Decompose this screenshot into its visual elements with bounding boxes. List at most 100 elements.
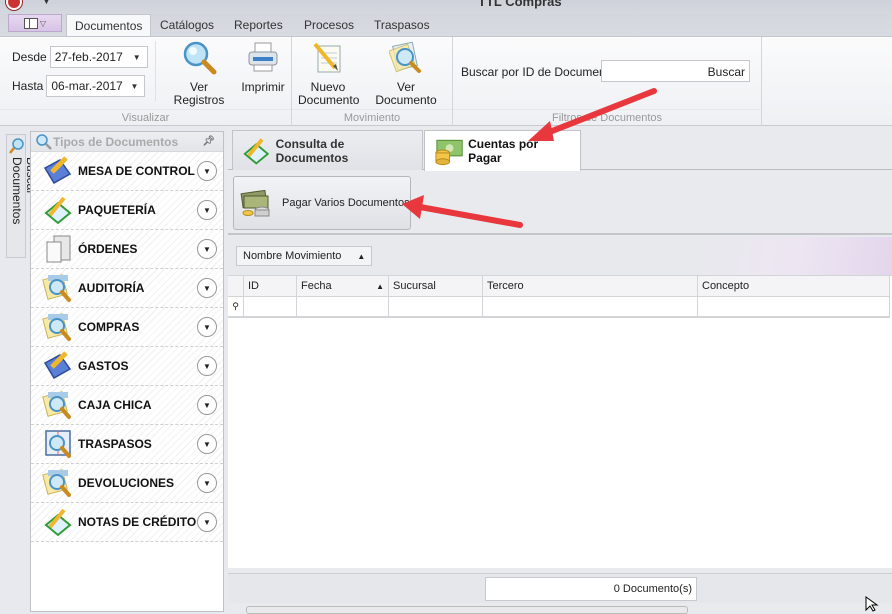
filter-cell-fecha[interactable] xyxy=(297,297,389,316)
app-icon[interactable] xyxy=(6,0,22,10)
pagar-varios-documentos-button[interactable]: Pagar Varios Documentos xyxy=(233,176,411,230)
expand-chevron-icon[interactable]: ▼ xyxy=(197,317,217,337)
nav-item-auditoria[interactable]: AUDITORÍA ▼ xyxy=(31,269,223,308)
group-visualizar: Desde 27-feb.-2017 ▼ Hasta 06-mar.-2017 ▼ … xyxy=(0,37,292,126)
window-title: TTL Compras xyxy=(478,0,562,9)
ribbon-tab-catalogos[interactable]: Catálogos xyxy=(152,14,222,36)
column-header-tercero[interactable]: Tercero xyxy=(483,276,698,296)
pagar-varios-label: Pagar Varios Documentos xyxy=(282,197,410,209)
column-header-concepto[interactable]: Concepto xyxy=(698,276,890,296)
toolbar: Pagar Varios Documentos xyxy=(228,171,892,235)
ver-registros-button[interactable]: Ver Registros xyxy=(163,39,235,107)
group-by-panel: Nombre Movimiento ▲ xyxy=(228,237,892,275)
hasta-value: 06-mar.-2017 xyxy=(51,79,123,93)
tab-consulta-documentos[interactable]: Consulta de Documentos xyxy=(232,130,423,170)
ribbon-tab-procesos[interactable]: Procesos xyxy=(296,14,362,36)
buscar-button[interactable]: Buscar xyxy=(708,65,745,79)
nav-item-traspasos[interactable]: TRASPASOS ▼ xyxy=(31,425,223,464)
status-bar: 0 Documento(s) xyxy=(228,573,892,603)
nav-item-ordenes[interactable]: ÓRDENES ▼ xyxy=(31,230,223,269)
group-label-visualizar: Visualizar xyxy=(0,109,291,124)
doc-search-icon xyxy=(41,272,75,304)
notebook-pencil-icon xyxy=(41,194,75,226)
magnifier-icon xyxy=(9,138,24,154)
notepad-pencil-icon xyxy=(298,39,358,77)
expand-chevron-icon[interactable]: ▼ xyxy=(197,239,217,259)
app-menu-button[interactable]: ▽ xyxy=(8,14,62,32)
nav-item-label: DEVOLUCIONES xyxy=(78,476,175,490)
column-header-id[interactable]: ID xyxy=(244,276,297,296)
expand-chevron-icon[interactable]: ▼ xyxy=(197,356,217,376)
expand-chevron-icon[interactable]: ▼ xyxy=(197,473,217,493)
expand-chevron-icon[interactable]: ▼ xyxy=(197,395,217,415)
hasta-date-picker[interactable]: 06-mar.-2017 ▼ xyxy=(46,75,146,97)
ver-registros-label: Ver Registros xyxy=(173,80,225,107)
nav-item-label: COMPRAS xyxy=(78,320,140,334)
nav-item-notas-de-credito[interactable]: NOTAS DE CRÉDITO ▼ xyxy=(31,503,223,542)
expand-chevron-icon[interactable]: ▼ xyxy=(197,434,217,454)
pin-icon[interactable]: 📌︎ xyxy=(202,136,215,147)
nav-item-caja-chica[interactable]: CAJA CHICA ▼ xyxy=(31,386,223,425)
column-label: Concepto xyxy=(702,280,750,292)
ver-documento-button[interactable]: Ver Documento xyxy=(366,39,446,107)
nav-item-mesa-de-control[interactable]: MESA DE CONTROL ▼ xyxy=(31,152,223,191)
nav-item-label: GASTOS xyxy=(78,359,129,373)
sort-asc-icon: ▲ xyxy=(376,281,384,291)
nav-item-label: TRASPASOS xyxy=(78,437,152,451)
ribbon-tab-reportes[interactable]: Reportes xyxy=(226,14,291,36)
magnifier-icon xyxy=(163,39,235,77)
expand-chevron-icon[interactable]: ▼ xyxy=(197,200,217,220)
column-label: Fecha xyxy=(301,280,332,292)
tab-cuentas-por-pagar[interactable]: Cuentas por Pagar xyxy=(424,130,581,171)
nav-item-label: CAJA CHICA xyxy=(78,398,152,412)
filter-cell-sucursal[interactable] xyxy=(389,297,483,316)
document-tabs: Consulta de Documentos Cuentas por Pagar xyxy=(228,130,892,171)
group-label-filtros: Filtros de Documentos xyxy=(453,109,761,124)
group-label-movimiento: Movimiento xyxy=(292,109,452,124)
nav-item-gastos[interactable]: GASTOS ▼ xyxy=(31,347,223,386)
filter-cell-id[interactable] xyxy=(244,297,297,316)
column-header-fecha[interactable]: Fecha ▲ xyxy=(297,276,389,296)
panel-title: Tipos de Documentos xyxy=(53,134,179,149)
magnifier-icon xyxy=(36,133,52,150)
chevron-down-icon[interactable]: ▼ xyxy=(133,53,141,62)
nav-item-compras[interactable]: COMPRAS ▼ xyxy=(31,308,223,347)
filter-icon: ⚲ xyxy=(228,297,244,316)
cash-coins-icon xyxy=(240,189,270,217)
main-area: Consulta de Documentos Cuentas por Pagar… xyxy=(228,126,892,614)
group-movimiento: Nuevo Documento Ver Documento Movimiento xyxy=(292,37,453,126)
imprimir-button[interactable]: Imprimir xyxy=(238,39,288,94)
filter-cell-tercero[interactable] xyxy=(483,297,698,316)
panel-header: Tipos de Documentos 📌︎ xyxy=(31,132,223,152)
nav-item-label: ÓRDENES xyxy=(78,242,138,256)
nav-item-paqueteria[interactable]: PAQUETERÍA ▼ xyxy=(31,191,223,230)
book-search-icon xyxy=(41,428,75,460)
ribbon-tab-traspasos[interactable]: Traspasos xyxy=(366,14,438,36)
quick-access-dropdown-icon[interactable]: ▼ xyxy=(42,0,51,6)
tab-label: Cuentas por Pagar xyxy=(468,137,539,165)
filter-row: ⚲ xyxy=(228,297,890,318)
printer-icon xyxy=(238,39,288,77)
desde-value: 27-feb.-2017 xyxy=(54,50,123,64)
chevron-down-icon: ▽ xyxy=(39,18,47,28)
nuevo-documento-button[interactable]: Nuevo Documento xyxy=(298,39,359,107)
folder-pencil-icon xyxy=(41,155,75,187)
expand-chevron-icon[interactable]: ▼ xyxy=(197,512,217,532)
ribbon-tab-documentos[interactable]: Documentos xyxy=(66,14,152,37)
buscar-id-input[interactable]: Buscar xyxy=(601,60,750,82)
buscar-documentos-side-tab[interactable]: Buscar Documentos xyxy=(6,134,38,258)
expand-chevron-icon[interactable]: ▼ xyxy=(197,278,217,298)
ver-documento-label: Ver Documento xyxy=(375,80,437,107)
column-label: ID xyxy=(248,280,259,292)
sort-asc-icon: ▲ xyxy=(357,252,366,261)
group-by-chip[interactable]: Nombre Movimiento ▲ xyxy=(236,246,373,266)
nav-item-label: MESA DE CONTROL xyxy=(78,164,195,178)
nav-item-devoluciones[interactable]: DEVOLUCIONES ▼ xyxy=(31,464,223,503)
horizontal-scrollbar[interactable] xyxy=(246,606,688,614)
filter-cell-concepto[interactable] xyxy=(698,297,890,316)
chevron-down-icon[interactable]: ▼ xyxy=(130,82,138,91)
notebook-pencil-icon xyxy=(243,137,270,165)
column-header-sucursal[interactable]: Sucursal xyxy=(389,276,483,296)
expand-chevron-icon[interactable]: ▼ xyxy=(197,161,217,181)
desde-date-picker[interactable]: 27-feb.-2017 ▼ xyxy=(49,46,148,68)
